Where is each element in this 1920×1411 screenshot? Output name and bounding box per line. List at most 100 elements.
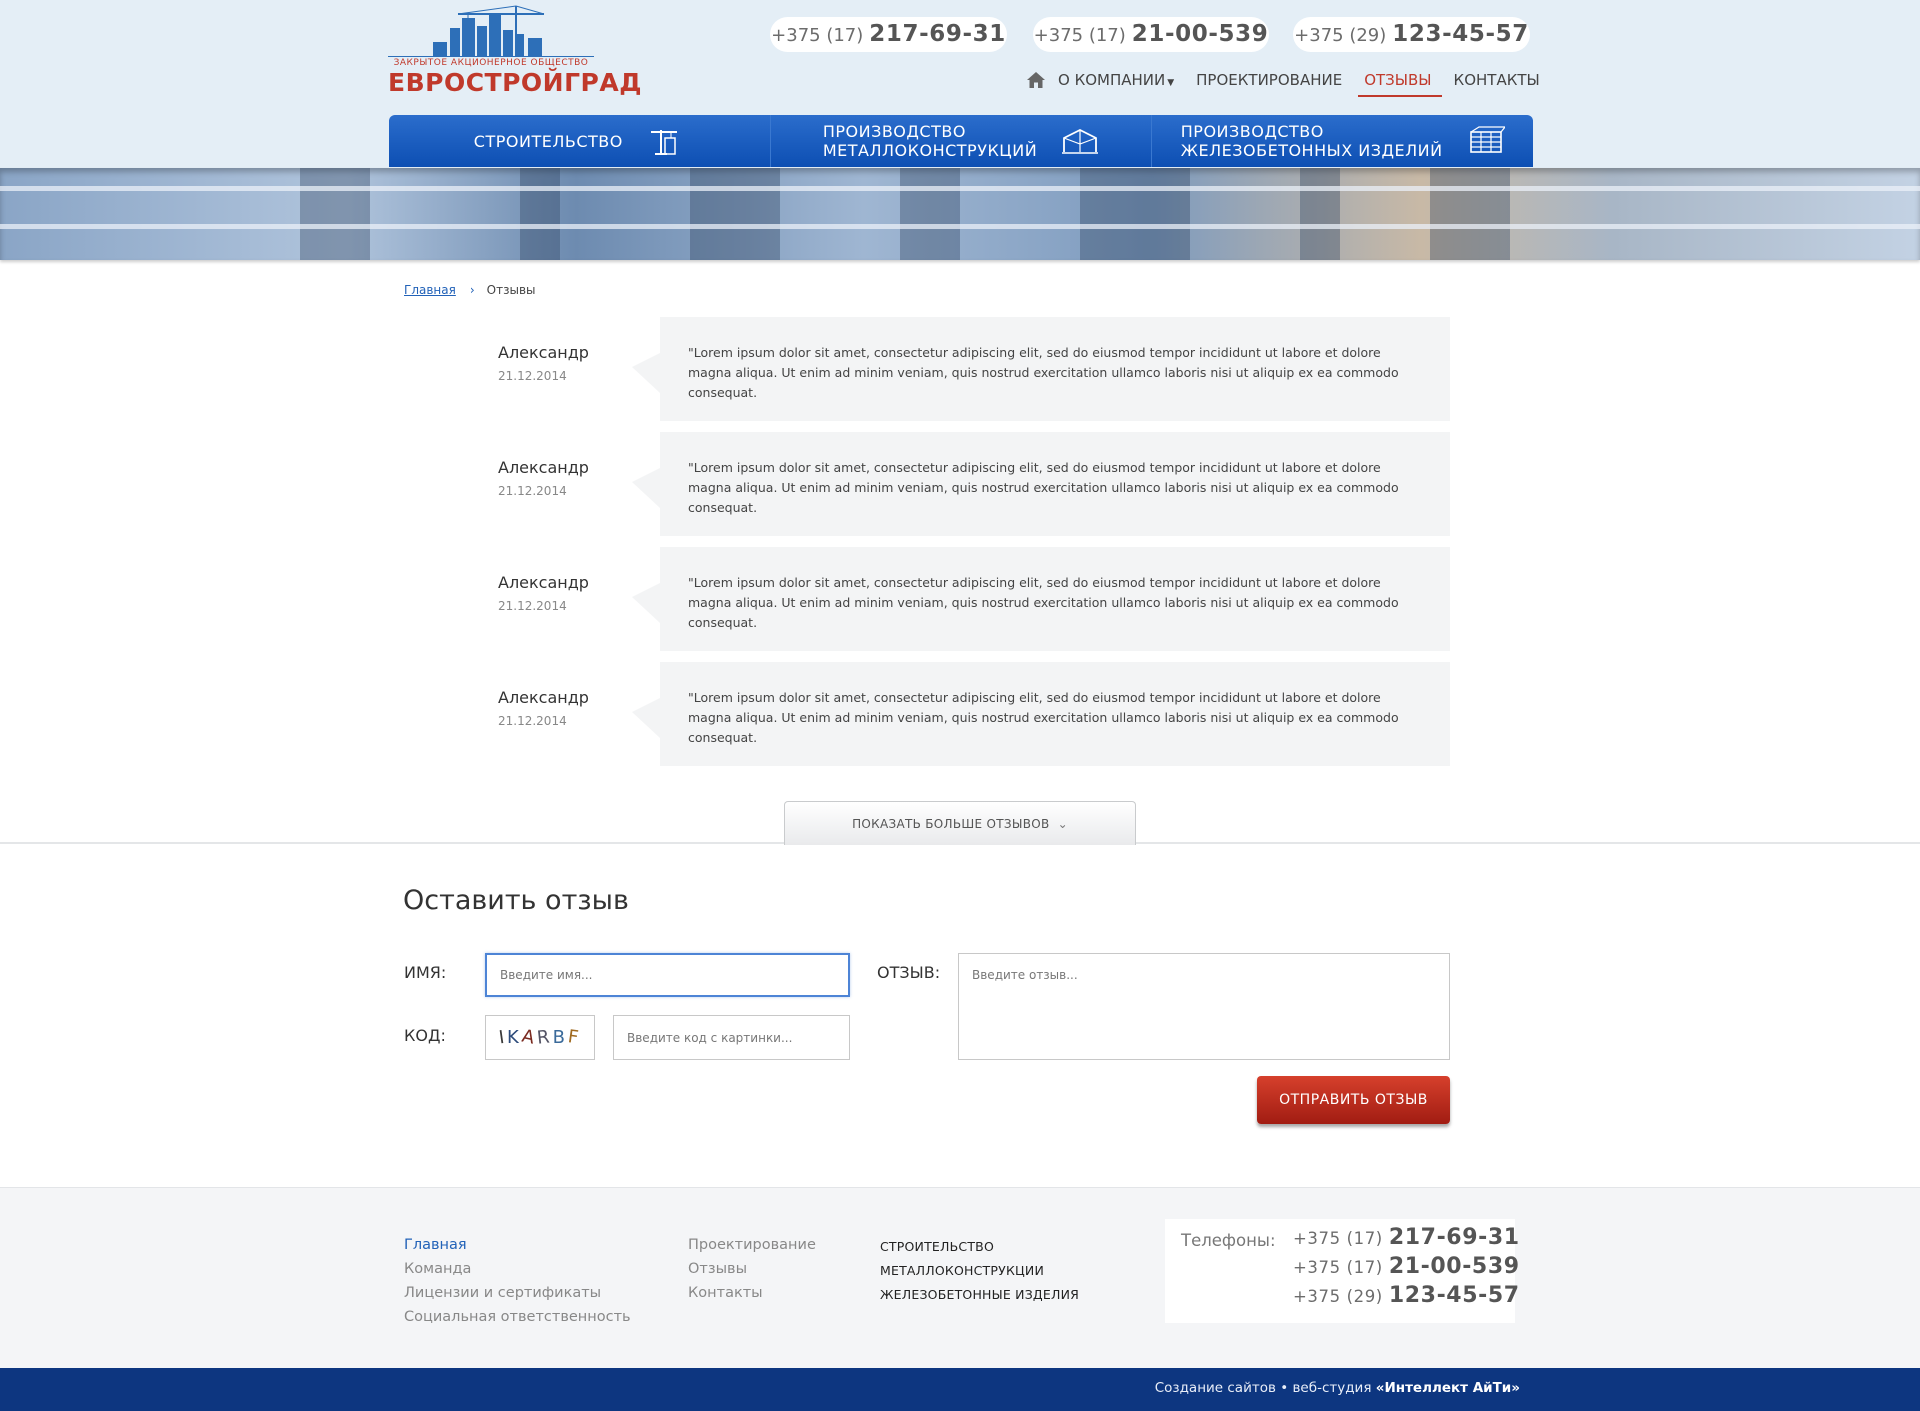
footer-link-construction[interactable]: СТРОИТЕЛЬСТВО bbox=[880, 1235, 1079, 1259]
review-bubble-tail bbox=[632, 468, 660, 508]
top-navigation: О КОМПАНИИ ▼ ПРОЕКТИРОВАНИЕ ОТЗЫВЫ КОНТАК… bbox=[1026, 70, 1540, 97]
phone-number: 21-00-539 bbox=[1388, 1254, 1520, 1279]
phone-number: 123-45-57 bbox=[1388, 1283, 1520, 1308]
phone-number: 123-45-57 bbox=[1392, 21, 1529, 47]
mainnav-construction-label: СТРОИТЕЛЬСТВО bbox=[473, 131, 623, 151]
mainnav-concrete[interactable]: ПРОИЗВОДСТВО ЖЕЛЕЗОБЕТОННЫХ ИЗДЕЛИЙ bbox=[1152, 115, 1533, 167]
review-item: Александр 21.12.2014 "Lorem ipsum dolor … bbox=[498, 432, 1450, 536]
footer-link-metal[interactable]: МЕТАЛЛОКОНСТРУКЦИИ bbox=[880, 1259, 1079, 1283]
concrete-panels-icon bbox=[1469, 126, 1505, 153]
nav-contacts[interactable]: КОНТАКТЫ bbox=[1454, 71, 1540, 89]
review-item: Александр 21.12.2014 "Lorem ipsum dolor … bbox=[498, 547, 1450, 651]
review-text: "Lorem ipsum dolor sit amet, consectetur… bbox=[660, 432, 1450, 536]
footer-link-home[interactable]: Главная bbox=[404, 1233, 631, 1257]
credit-studio-name: «Интеллект АйТи» bbox=[1375, 1380, 1520, 1396]
mainnav-metal-label: ПРОИЗВОДСТВО МЕТАЛЛОКОНСТРУКЦИЙ bbox=[823, 122, 1037, 160]
header-phone-1[interactable]: +375 (17) 217-69-31 bbox=[770, 17, 1007, 52]
mainnav-concrete-line2: ЖЕЛЕЗОБЕТОННЫХ ИЗДЕЛИЙ bbox=[1180, 141, 1443, 160]
home-icon[interactable] bbox=[1026, 70, 1046, 90]
phone-code: +375 (29) bbox=[1294, 25, 1387, 46]
review-bubble-tail bbox=[632, 583, 660, 623]
phone-number: 217-69-31 bbox=[1388, 1225, 1520, 1250]
header-phone-3[interactable]: +375 (29) 123-45-57 bbox=[1293, 17, 1530, 52]
studio-credit[interactable]: Создание сайтов • веб-студия «Интеллект … bbox=[1155, 1380, 1520, 1396]
nav-about[interactable]: О КОМПАНИИ ▼ bbox=[1058, 71, 1174, 89]
footer-col-2: Проектирование Отзывы Контакты bbox=[688, 1233, 816, 1305]
logo[interactable]: ЗАКРЫТОЕ АКЦИОНЕРНОЕ ОБЩЕСТВО ЕВРОСТРОЙГ… bbox=[388, 4, 641, 97]
review-text: "Lorem ipsum dolor sit amet, consectetur… bbox=[660, 662, 1450, 766]
name-label: ИМЯ: bbox=[404, 963, 447, 982]
breadcrumb-current: Отзывы bbox=[486, 283, 536, 297]
captcha-image: IKARBF bbox=[485, 1015, 595, 1060]
main-navigation: СТРОИТЕЛЬСТВО ПРОИЗВОДСТВО МЕТАЛЛОКОНСТР… bbox=[389, 115, 1533, 167]
mainnav-concrete-label: ПРОИЗВОДСТВО ЖЕЛЕЗОБЕТОННЫХ ИЗДЕЛИЙ bbox=[1181, 122, 1443, 160]
phone-number: 217-69-31 bbox=[869, 21, 1006, 47]
nav-about-label: О КОМПАНИИ bbox=[1058, 71, 1166, 89]
footer-phones-label: Телефоны: bbox=[1181, 1231, 1276, 1250]
form-title: Оставить отзыв bbox=[403, 885, 629, 916]
phone-code: +375 (17) bbox=[1293, 1229, 1383, 1248]
name-input[interactable]: Введите имя... bbox=[485, 953, 850, 997]
breadcrumb: Главная › Отзывы bbox=[404, 283, 536, 297]
review-author: Александр bbox=[498, 458, 589, 477]
nav-reviews[interactable]: ОТЗЫВЫ bbox=[1358, 71, 1442, 97]
review-text: "Lorem ipsum dolor sit amet, consectetur… bbox=[660, 547, 1450, 651]
nav-design[interactable]: ПРОЕКТИРОВАНИЕ bbox=[1196, 71, 1342, 89]
hangar-frame-icon bbox=[1062, 128, 1099, 154]
footer-link-contacts[interactable]: Контакты bbox=[688, 1281, 816, 1305]
mainnav-construction[interactable]: СТРОИТЕЛЬСТВО bbox=[389, 115, 771, 167]
phone-code: +375 (17) bbox=[1293, 1258, 1383, 1277]
footer-phone-3[interactable]: +375 (29) 123-45-57 bbox=[1293, 1283, 1520, 1308]
captcha-code-input[interactable]: Введите код с картинки... bbox=[613, 1015, 850, 1060]
logo-subtitle: ЗАКРЫТОЕ АКЦИОНЕРНОЕ ОБЩЕСТВО bbox=[388, 56, 594, 68]
footer-link-social[interactable]: Социальная ответственность bbox=[404, 1305, 631, 1329]
review-textarea[interactable]: Введите отзыв... bbox=[958, 953, 1450, 1060]
footer-link-reviews[interactable]: Отзывы bbox=[688, 1257, 816, 1281]
crane-icon bbox=[650, 130, 677, 155]
bottom-bar: Создание сайтов • веб-студия «Интеллект … bbox=[0, 1368, 1920, 1411]
show-more-bar: ПОКАЗАТЬ БОЛЬШЕ ОТЗЫВОВ ⌄ bbox=[0, 800, 1920, 845]
review-bubble-tail bbox=[632, 353, 660, 393]
mainnav-concrete-line1: ПРОИЗВОДСТВО bbox=[1180, 122, 1324, 141]
dropdown-arrow-icon: ▼ bbox=[1167, 78, 1175, 88]
logo-buildings-icon bbox=[433, 5, 545, 56]
mainnav-metal[interactable]: ПРОИЗВОДСТВО МЕТАЛЛОКОНСТРУКЦИЙ bbox=[771, 115, 1153, 167]
footer-link-concrete[interactable]: ЖЕЛЕЗОБЕТОННЫЕ ИЗДЕЛИЯ bbox=[880, 1283, 1079, 1307]
review-label: ОТЗЫВ: bbox=[877, 963, 941, 982]
submit-review-button[interactable]: ОТПРАВИТЬ ОТЗЫВ bbox=[1257, 1076, 1450, 1124]
review-date: 21.12.2014 bbox=[498, 599, 567, 613]
review-date: 21.12.2014 bbox=[498, 714, 567, 728]
footer-col-1: Главная Команда Лицензии и сертификаты С… bbox=[404, 1233, 631, 1329]
phone-number: 21-00-539 bbox=[1131, 21, 1269, 47]
phone-code: +375 (17) bbox=[1033, 25, 1126, 46]
show-more-label: ПОКАЗАТЬ БОЛЬШЕ ОТЗЫВОВ bbox=[852, 816, 1050, 831]
phone-code: +375 (29) bbox=[1293, 1287, 1383, 1306]
review-item: Александр 21.12.2014 "Lorem ipsum dolor … bbox=[498, 317, 1450, 421]
credit-prefix: Создание сайтов • веб-студия bbox=[1154, 1380, 1372, 1396]
footer-phone-1[interactable]: +375 (17) 217-69-31 bbox=[1293, 1225, 1520, 1250]
footer-phones: Телефоны: +375 (17) 217-69-31 +375 (17) 21… bbox=[1165, 1219, 1519, 1323]
header-phone-2[interactable]: +375 (17) 21-00-539 bbox=[1033, 17, 1269, 52]
footer-link-licenses[interactable]: Лицензии и сертификаты bbox=[404, 1281, 631, 1305]
mainnav-metal-line1: ПРОИЗВОДСТВО bbox=[822, 122, 966, 141]
double-chevron-down-icon: ⌄ bbox=[1057, 816, 1068, 831]
footer: Главная Команда Лицензии и сертификаты С… bbox=[0, 1187, 1920, 1368]
show-more-button[interactable]: ПОКАЗАТЬ БОЛЬШЕ ОТЗЫВОВ ⌄ bbox=[784, 801, 1136, 845]
chevron-right-icon: › bbox=[469, 283, 475, 297]
footer-col-3: СТРОИТЕЛЬСТВО МЕТАЛЛОКОНСТРУКЦИИ ЖЕЛЕЗОБ… bbox=[880, 1235, 1079, 1307]
review-date: 21.12.2014 bbox=[498, 484, 567, 498]
review-author: Александр bbox=[498, 343, 589, 362]
header-banner-image bbox=[0, 168, 1920, 260]
footer-phone-2[interactable]: +375 (17) 21-00-539 bbox=[1293, 1254, 1520, 1279]
footer-link-design[interactable]: Проектирование bbox=[688, 1233, 816, 1257]
breadcrumb-home[interactable]: Главная bbox=[404, 283, 456, 297]
logo-name: ЕВРОСТРОЙГРАД bbox=[388, 68, 642, 97]
review-bubble-tail bbox=[632, 698, 660, 738]
review-item: Александр 21.12.2014 "Lorem ipsum dolor … bbox=[498, 662, 1450, 766]
review-date: 21.12.2014 bbox=[498, 369, 567, 383]
footer-link-team[interactable]: Команда bbox=[404, 1257, 631, 1281]
phone-code: +375 (17) bbox=[771, 25, 864, 46]
review-author: Александр bbox=[498, 573, 589, 592]
code-label: КОД: bbox=[404, 1026, 446, 1045]
review-text: "Lorem ipsum dolor sit amet, consectetur… bbox=[660, 317, 1450, 421]
